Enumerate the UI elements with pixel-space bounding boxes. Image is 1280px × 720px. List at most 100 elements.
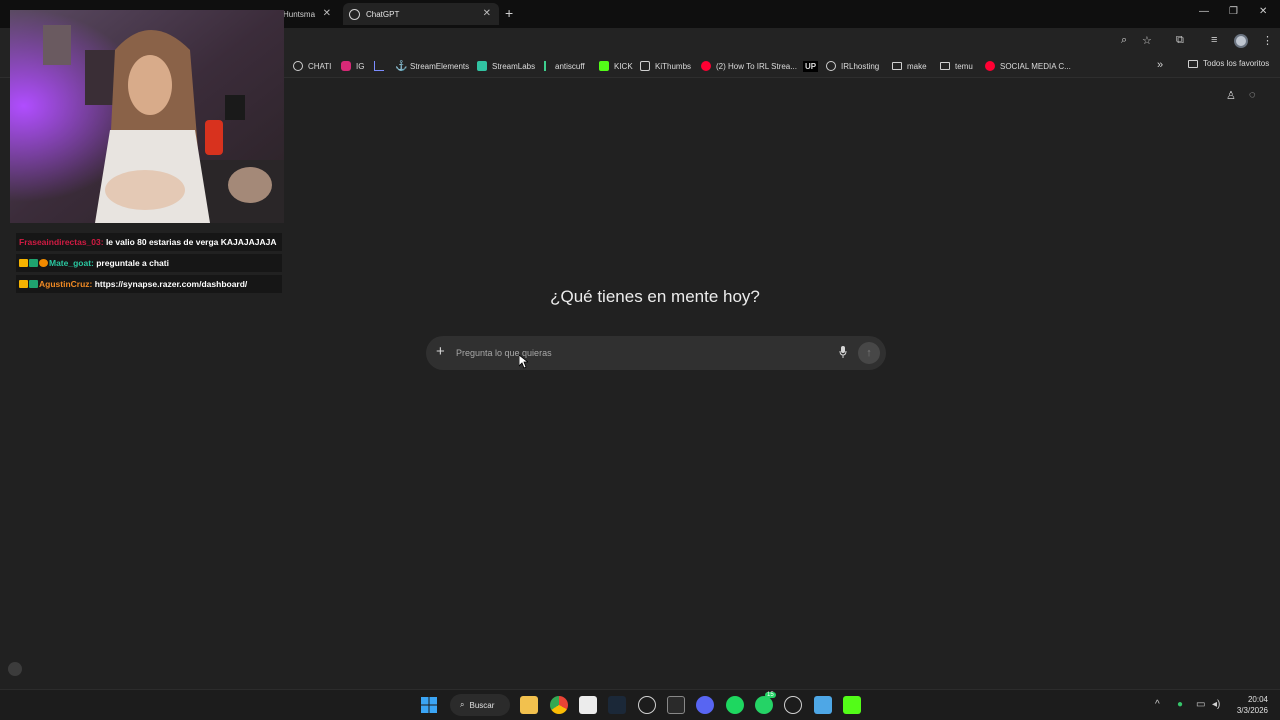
new-tab-button[interactable]: + <box>505 5 513 21</box>
webcam-image <box>10 10 284 223</box>
epic-games-icon[interactable] <box>667 696 685 714</box>
bookmark-irlhosting[interactable]: IRLhosting <box>826 59 879 73</box>
instagram-icon <box>341 61 351 71</box>
chat-message: Fraseaindirectas_03: le valio 80 estaria… <box>16 233 282 251</box>
bookmark-up[interactable]: UP <box>803 59 819 73</box>
bookmark-kick[interactable]: KICK <box>599 59 633 73</box>
tab-huntsman[interactable]: Huntsma ✕ <box>283 3 339 25</box>
tab-label: Huntsma <box>283 9 316 19</box>
media-control-icon[interactable]: ≡ <box>1211 34 1217 46</box>
bookmark-chart[interactable] <box>374 59 389 73</box>
bookmark-label: make <box>907 61 927 71</box>
extensions-icon[interactable]: ⧉ <box>1176 34 1184 47</box>
openai-icon <box>293 61 303 71</box>
bookmark-label: KiThumbs <box>655 61 692 71</box>
send-button[interactable]: ↑ <box>858 342 880 364</box>
chat-message: AgustinCruz: https://synapse.razer.com/d… <box>16 275 282 293</box>
crown-badge-icon <box>19 280 28 288</box>
zoom-icon[interactable]: ⌕ <box>1121 34 1127 47</box>
youtube-icon <box>701 61 711 71</box>
windows-taskbar: ⌕ Buscar 15 ^ ● ▭ ◂) 20:04 3/3/2026 <box>0 689 1280 720</box>
bookmark-ig[interactable]: IG <box>341 59 364 73</box>
stream-chat-overlay: Fraseaindirectas_03: le valio 80 estaria… <box>16 233 282 296</box>
streamlabs-icon <box>477 61 487 71</box>
taskbar-search[interactable]: ⌕ Buscar <box>450 694 510 716</box>
spotify-icon[interactable] <box>726 696 744 714</box>
star-icon[interactable]: ☆ <box>1142 34 1152 47</box>
bookmark-social-media[interactable]: SOCIAL MEDIA C... <box>985 59 1071 73</box>
chart-icon <box>374 61 384 71</box>
notepad-icon[interactable] <box>814 696 832 714</box>
all-bookmarks-button[interactable]: Todos los favoritos <box>1188 59 1269 68</box>
temporary-chat-icon[interactable]: ◌ <box>1249 89 1256 101</box>
capcut-icon[interactable] <box>579 696 597 714</box>
kick-app-icon[interactable] <box>843 696 861 714</box>
windows-start-icon[interactable] <box>420 696 438 714</box>
bookmark-make[interactable]: make <box>892 59 927 73</box>
bookmark-label: UP <box>803 60 819 72</box>
chatgpt-app-icon[interactable] <box>784 696 802 714</box>
clock-time: 20:04 <box>1247 695 1268 704</box>
file-explorer-icon[interactable] <box>520 696 538 714</box>
all-bookmarks-label: Todos los favoritos <box>1203 59 1270 68</box>
crown-badge-icon <box>19 259 28 267</box>
bookmark-kithumbs[interactable]: KiThumbs <box>640 59 691 73</box>
bookmark-label: temu <box>955 61 973 71</box>
close-icon[interactable]: ✕ <box>323 8 331 19</box>
chat-username: Fraseaindirectas_03: <box>19 237 104 247</box>
openai-icon <box>349 8 360 20</box>
chat-text: https://synapse.razer.com/dashboard/ <box>92 279 248 289</box>
chat-username: Mate_goat: <box>49 258 94 268</box>
taskbar-clock[interactable]: 20:04 3/3/2026 <box>1228 694 1268 716</box>
youtube-icon <box>985 61 995 71</box>
bookmark-streamelements[interactable]: ⚓ StreamElements <box>395 59 469 73</box>
folder-icon <box>1188 59 1198 68</box>
folder-icon <box>892 62 902 70</box>
bookmark-temu[interactable]: temu <box>940 59 973 73</box>
bar-icon <box>544 61 550 71</box>
screen: Huntsma ✕ ChatGPT ✕ + — ❐ ✕ ⌕ ☆ ⧉ ≡ ⋮ CH… <box>0 0 1280 720</box>
chevron-up-icon[interactable]: ^ <box>1155 699 1160 710</box>
chat-text: le valio 80 estarias de verga KAJAJAJAJA <box>103 237 277 247</box>
restore-icon[interactable]: ❐ <box>1229 6 1238 17</box>
profile-avatar[interactable] <box>1234 34 1248 48</box>
chat-text: preguntale a chati <box>93 258 169 268</box>
network-icon[interactable]: ▭ <box>1196 699 1205 710</box>
microphone-icon[interactable] <box>839 346 847 358</box>
bookmark-streamlabs[interactable]: StreamLabs <box>477 59 535 73</box>
close-window-icon[interactable]: ✕ <box>1259 6 1267 17</box>
menu-icon[interactable]: ⋮ <box>1262 34 1273 47</box>
add-user-icon[interactable]: ♙ <box>1226 89 1236 102</box>
help-icon[interactable] <box>8 662 22 676</box>
webcam-overlay <box>10 10 284 223</box>
mouse-cursor-icon <box>519 355 528 369</box>
chat-message: Mate_goat: preguntale a chati <box>16 254 282 272</box>
minimize-icon[interactable]: — <box>1199 6 1209 17</box>
bookmark-label: antiscuff <box>555 61 585 71</box>
folder-icon <box>940 62 950 70</box>
bookmark-chati[interactable]: CHATI <box>293 59 331 73</box>
chrome-icon[interactable] <box>550 696 568 714</box>
bookmark-how-to-irl[interactable]: (2) How To IRL Strea... <box>701 59 797 73</box>
whatsapp-icon[interactable] <box>755 696 773 714</box>
bookmark-label: IRLhosting <box>841 61 880 71</box>
steam-icon[interactable] <box>608 696 626 714</box>
search-label: Buscar <box>469 700 495 710</box>
bookmark-antiscuff[interactable]: antiscuff <box>544 59 585 73</box>
close-icon[interactable]: ✕ <box>483 8 491 19</box>
tab-chatgpt[interactable]: ChatGPT ✕ <box>343 3 499 25</box>
attach-plus-icon[interactable]: + <box>436 343 445 360</box>
tab-label: ChatGPT <box>366 9 400 19</box>
prompt-input[interactable] <box>456 345 826 361</box>
volume-icon[interactable]: ◂) <box>1212 699 1220 710</box>
bookmark-label: KICK <box>614 61 633 71</box>
subscriber-badge-icon <box>29 280 38 288</box>
globe-icon <box>826 61 836 71</box>
chevron-double-right-icon[interactable]: » <box>1157 59 1163 71</box>
discord-icon[interactable] <box>696 696 714 714</box>
obs-icon[interactable] <box>638 696 656 714</box>
bookmark-label: (2) How To IRL Strea... <box>716 61 797 71</box>
chat-username: AgustinCruz: <box>39 279 93 289</box>
microphone-tray-icon[interactable]: ● <box>1177 699 1183 710</box>
bookmark-label: StreamLabs <box>492 61 536 71</box>
